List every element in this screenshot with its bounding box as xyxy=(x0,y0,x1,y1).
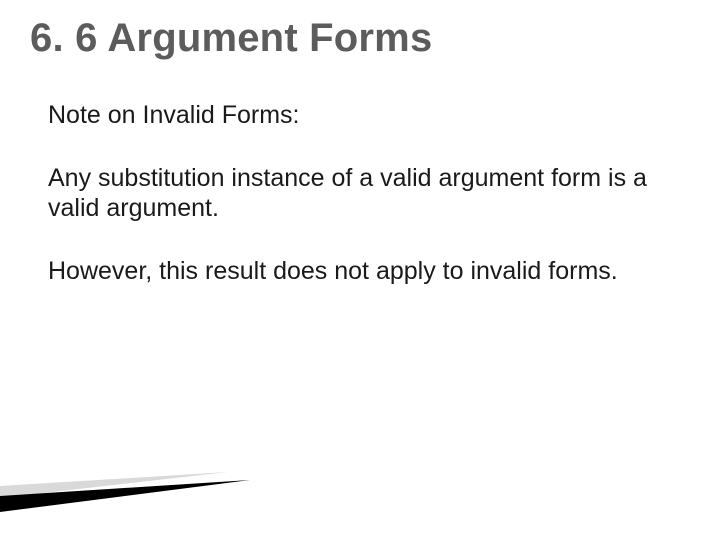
slide: 6. 6 Argument Forms Note on Invalid Form… xyxy=(0,0,720,540)
slide-body: Note on Invalid Forms: Any substitution … xyxy=(48,100,672,318)
slide-title: 6. 6 Argument Forms xyxy=(30,16,690,60)
body-paragraph-3: However, this result does not apply to i… xyxy=(48,256,672,287)
decorative-wedge xyxy=(0,472,260,512)
body-paragraph-1: Note on Invalid Forms: xyxy=(48,100,672,131)
body-paragraph-2: Any substitution instance of a valid arg… xyxy=(48,163,672,224)
